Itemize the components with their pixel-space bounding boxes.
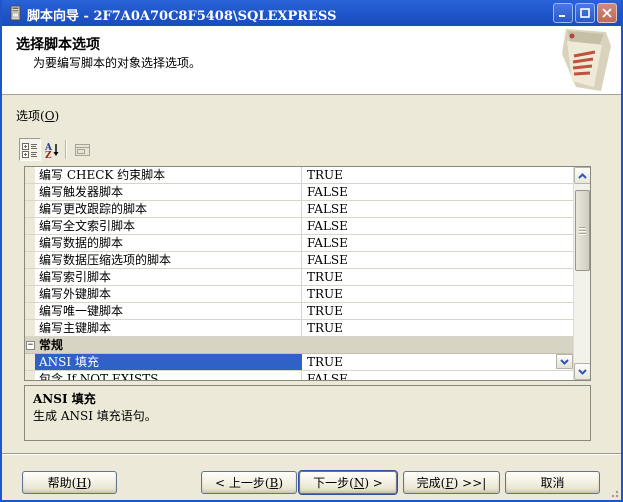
- chevron-down-icon: [560, 359, 569, 365]
- property-row[interactable]: 编写 CHECK 约束脚本TRUE: [25, 167, 573, 184]
- row-gutter: [25, 235, 35, 251]
- chevron-up-icon: [578, 173, 587, 179]
- help-button[interactable]: 帮助(H): [22, 471, 117, 494]
- property-name: 编写更改跟踪的脚本: [35, 201, 302, 217]
- row-gutter: [25, 354, 35, 370]
- property-value: TRUE: [302, 320, 573, 336]
- property-value: TRUE: [302, 303, 573, 319]
- maximize-button[interactable]: [575, 3, 595, 23]
- collapse-icon[interactable]: −: [26, 341, 35, 350]
- grid-scrollbar[interactable]: [573, 167, 590, 380]
- property-grid: 编写 CHECK 约束脚本TRUE编写触发器脚本FALSE编写更改跟踪的脚本FA…: [24, 166, 591, 381]
- resize-grip[interactable]: [609, 488, 619, 498]
- property-row[interactable]: 编写数据压缩选项的脚本FALSE: [25, 252, 573, 269]
- finish-button[interactable]: 完成(F) >>|: [403, 471, 500, 494]
- property-row[interactable]: 编写索引脚本TRUE: [25, 269, 573, 286]
- window-title: 脚本向导 - 2F7A0A70C8F5408\SQLEXPRESS: [27, 5, 336, 24]
- categorized-view-button[interactable]: [19, 138, 41, 161]
- property-name: 编写 CHECK 约束脚本: [35, 167, 302, 183]
- scroll-down-button[interactable]: [574, 363, 591, 380]
- property-row[interactable]: 编写唯一键脚本TRUE: [25, 303, 573, 320]
- property-name: 编写数据的脚本: [35, 235, 302, 251]
- row-gutter: [25, 320, 35, 336]
- maximize-icon: [580, 8, 590, 18]
- back-button[interactable]: < 上一步(B): [201, 471, 297, 494]
- property-name: 编写触发器脚本: [35, 184, 302, 200]
- property-value: FALSE: [302, 184, 573, 200]
- row-gutter: [25, 252, 35, 268]
- cancel-button[interactable]: 取消: [505, 471, 600, 494]
- property-grid-rows: 编写 CHECK 约束脚本TRUE编写触发器脚本FALSE编写更改跟踪的脚本FA…: [25, 167, 573, 381]
- bottom-separator: [2, 453, 621, 455]
- categorized-view-icon: [22, 142, 38, 158]
- property-name: ANSI 填充: [35, 354, 302, 370]
- value-dropdown-button[interactable]: [556, 354, 573, 369]
- property-pages-icon: [74, 143, 91, 157]
- row-gutter: [25, 269, 35, 285]
- property-value: TRUE: [302, 286, 573, 302]
- property-name: 编写数据压缩选项的脚本: [35, 252, 302, 268]
- property-value: FALSE: [302, 235, 573, 251]
- row-gutter: [25, 218, 35, 234]
- property-value: TRUE: [302, 167, 573, 183]
- script-wizard-dialog: 脚本向导 - 2F7A0A70C8F5408\SQLEXPRESS 选择脚本选项…: [0, 0, 623, 502]
- row-gutter: [25, 184, 35, 200]
- script-scroll-icon: [557, 29, 611, 94]
- property-row[interactable]: 编写外键脚本TRUE: [25, 286, 573, 303]
- property-value: FALSE: [302, 201, 573, 217]
- svg-text:Z: Z: [45, 151, 52, 158]
- description-text: 生成 ANSI 填充语句。: [33, 407, 157, 424]
- property-row[interactable]: ANSI 填充TRUE: [25, 354, 573, 371]
- property-row[interactable]: 编写触发器脚本FALSE: [25, 184, 573, 201]
- category-row[interactable]: −常规: [25, 337, 573, 354]
- wizard-header: 选择脚本选项 为要编写脚本的对象选择选项。: [2, 26, 621, 95]
- property-name: 包含 If NOT EXISTS: [35, 371, 302, 381]
- scroll-up-button[interactable]: [574, 167, 591, 184]
- property-name: 编写索引脚本: [35, 269, 302, 285]
- description-title: ANSI 填充: [33, 390, 96, 407]
- row-gutter: [25, 371, 35, 381]
- server-icon: [7, 5, 23, 21]
- close-icon: [602, 8, 612, 18]
- row-gutter: [25, 286, 35, 302]
- chevron-down-icon: [578, 369, 587, 375]
- close-button[interactable]: [597, 3, 617, 23]
- property-row[interactable]: 编写主键脚本TRUE: [25, 320, 573, 337]
- property-pages-button[interactable]: [71, 140, 93, 160]
- property-row[interactable]: 编写更改跟踪的脚本FALSE: [25, 201, 573, 218]
- thumb-grip: [579, 227, 586, 236]
- property-value: FALSE: [302, 218, 573, 234]
- titlebar: 脚本向导 - 2F7A0A70C8F5408\SQLEXPRESS: [2, 0, 621, 26]
- property-row[interactable]: 编写全文索引脚本FALSE: [25, 218, 573, 235]
- property-value: FALSE: [302, 371, 573, 381]
- page-title: 选择脚本选项: [16, 34, 100, 54]
- property-name: 编写全文索引脚本: [35, 218, 302, 234]
- page-subtitle: 为要编写脚本的对象选择选项。: [33, 54, 201, 71]
- toolbar-separator: [65, 140, 67, 159]
- minimize-button[interactable]: [553, 3, 573, 23]
- minimize-icon: [558, 8, 568, 18]
- az-sort-button[interactable]: A Z: [42, 138, 62, 161]
- row-gutter: [25, 303, 35, 319]
- scrollbar-thumb[interactable]: [575, 190, 590, 271]
- property-row[interactable]: 编写数据的脚本FALSE: [25, 235, 573, 252]
- category-label: 常规: [35, 338, 63, 353]
- row-gutter: [25, 201, 35, 217]
- property-name: 编写主键脚本: [35, 320, 302, 336]
- row-gutter: [25, 167, 35, 183]
- property-value: FALSE: [302, 252, 573, 268]
- property-value: TRUE: [302, 354, 573, 370]
- property-name: 编写唯一键脚本: [35, 303, 302, 319]
- description-panel: ANSI 填充 生成 ANSI 填充语句。: [24, 385, 591, 441]
- az-sort-icon: A Z: [44, 142, 60, 158]
- property-name: 编写外键脚本: [35, 286, 302, 302]
- next-button[interactable]: 下一步(N) >: [299, 471, 397, 494]
- property-row[interactable]: 包含 If NOT EXISTSFALSE: [25, 371, 573, 381]
- options-label: 选项(O): [16, 107, 59, 124]
- property-value: TRUE: [302, 269, 573, 285]
